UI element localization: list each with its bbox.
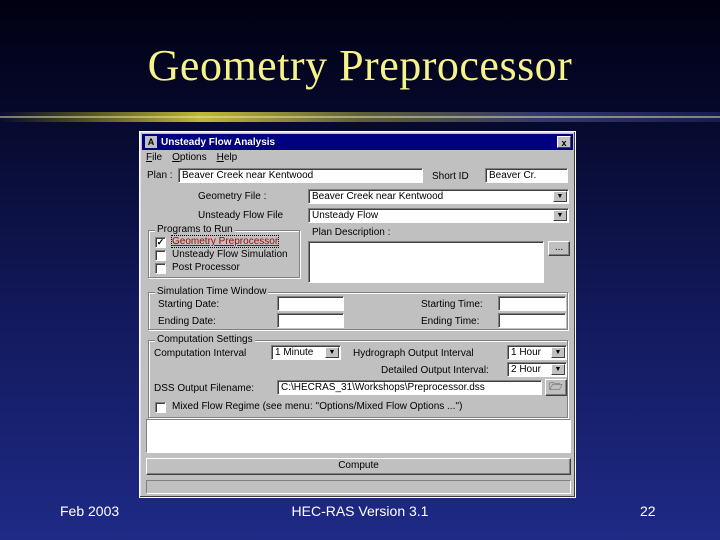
plan-description-label: Plan Description :	[312, 227, 391, 238]
simulation-group-label: Simulation Time Window	[155, 286, 269, 297]
short-id-input[interactable]: Beaver Cr.	[485, 168, 568, 183]
unsteady-flow-file-label: Unsteady Flow File	[198, 210, 284, 221]
post-processor-label[interactable]: Post Processor	[172, 262, 240, 273]
status-bar	[146, 480, 571, 494]
unsteady-flow-file-select[interactable]: Unsteady Flow ▼	[308, 208, 569, 223]
dss-output-filename-input[interactable]: C:\HECRAS_31\Workshops\Preprocessor.dss	[277, 380, 542, 395]
menu-options[interactable]: Options	[172, 152, 206, 166]
menu-bar: File Options Help	[146, 152, 237, 166]
compute-button[interactable]: Compute	[146, 458, 571, 475]
geometry-file-select[interactable]: Beaver Creek near Kentwood ▼	[308, 189, 569, 204]
ending-time-label: Ending Time:	[421, 316, 480, 327]
computation-interval-select[interactable]: 1 Minute ▼	[271, 345, 341, 360]
computation-interval-value: 1 Minute	[275, 347, 314, 358]
ending-date-input[interactable]	[277, 313, 344, 328]
geometry-file-label: Geometry File :	[198, 191, 267, 202]
ending-time-input[interactable]	[498, 313, 566, 328]
computation-interval-label: Computation Interval	[154, 348, 247, 359]
plan-label: Plan :	[147, 170, 173, 181]
detailed-output-interval-label: Detailed Output Interval:	[381, 365, 489, 376]
unsteady-flow-window: A Unsteady Flow Analysis x File Options …	[139, 131, 576, 498]
short-id-label: Short ID	[432, 171, 469, 182]
menu-help[interactable]: Help	[217, 152, 238, 166]
hydrograph-output-interval-label: Hydrograph Output Interval	[353, 348, 474, 359]
footer-version: HEC-RAS Version 3.1	[291, 503, 429, 519]
unsteady-simulation-label[interactable]: Unsteady Flow Simulation	[172, 249, 288, 260]
unsteady-dropdown-icon[interactable]: ▼	[553, 210, 567, 221]
geometry-preprocessor-label[interactable]: Geometry Preprocessor	[170, 235, 280, 248]
detailed-output-interval-select[interactable]: 2 Hour ▼	[507, 362, 567, 377]
window-titlebar[interactable]: A Unsteady Flow Analysis x	[142, 134, 573, 150]
mixed-flow-checkbox[interactable]	[155, 402, 166, 413]
plan-description-button[interactable]: ...	[548, 241, 570, 256]
starting-time-input[interactable]	[498, 296, 566, 311]
hydrograph-dropdown-icon[interactable]: ▼	[551, 347, 565, 358]
computation-interval-dropdown-icon[interactable]: ▼	[325, 347, 339, 358]
menu-file[interactable]: File	[146, 152, 162, 166]
hydrograph-output-interval-select[interactable]: 1 Hour ▼	[507, 345, 567, 360]
mixed-flow-label[interactable]: Mixed Flow Regime (see menu: ''Options/M…	[172, 401, 463, 412]
starting-date-input[interactable]	[277, 296, 344, 311]
window-title: Unsteady Flow Analysis	[161, 136, 276, 148]
geometry-file-value: Beaver Creek near Kentwood	[312, 191, 444, 202]
hydrograph-output-interval-value: 1 Hour	[511, 347, 542, 358]
computation-group-label: Computation Settings	[155, 334, 255, 345]
post-processor-checkbox[interactable]	[155, 263, 166, 274]
detailed-output-interval-value: 2 Hour	[511, 364, 542, 375]
hec-ras-app-icon: A	[145, 136, 157, 148]
detailed-dropdown-icon[interactable]: ▼	[551, 364, 565, 375]
unsteady-flow-file-value: Unsteady Flow	[312, 210, 379, 221]
dss-output-filename-label: DSS Output Filename:	[154, 383, 255, 394]
geometry-dropdown-icon[interactable]: ▼	[553, 191, 567, 202]
title-divider	[0, 112, 720, 122]
close-button[interactable]: x	[557, 136, 571, 148]
unsteady-simulation-checkbox[interactable]	[155, 250, 166, 261]
slide-title: Geometry Preprocessor	[147, 41, 573, 90]
ending-date-label: Ending Date:	[158, 316, 216, 327]
plan-input[interactable]: Beaver Creek near Kentwood	[178, 168, 423, 183]
starting-time-label: Starting Time:	[421, 299, 483, 310]
message-box	[146, 419, 571, 453]
programs-group-label: Programs to Run	[155, 224, 235, 235]
geometry-preprocessor-checkbox[interactable]: ✓	[155, 237, 166, 248]
starting-date-label: Starting Date:	[158, 299, 220, 310]
plan-description-input[interactable]	[308, 241, 544, 283]
footer-page-number: 22	[640, 503, 656, 519]
open-folder-icon[interactable]: 🗁	[545, 379, 567, 396]
